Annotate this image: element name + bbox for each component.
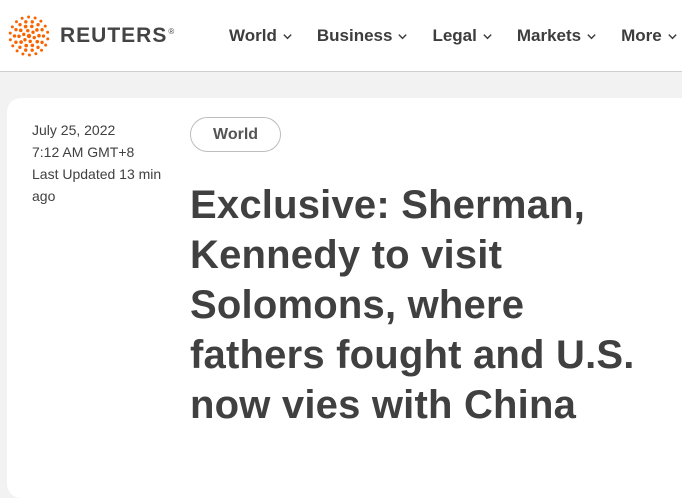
chevron-down-icon: [668, 33, 677, 39]
last-updated: Last Updated 13 min ago: [32, 166, 162, 204]
section-tag-button[interactable]: World: [190, 117, 282, 152]
nav-item-label: Markets: [516, 26, 582, 45]
nav-item-label: More: [621, 26, 662, 45]
publish-time: 7:12 AM GMT+8: [32, 144, 135, 160]
site-header: REUTERS® World Business Legal Markets Mo…: [0, 0, 682, 72]
brand-wordmark: REUTERS®: [60, 24, 176, 47]
chevron-down-icon: [587, 33, 596, 39]
nav-item-label: Business: [316, 26, 393, 45]
reuters-dots-icon: [8, 15, 50, 57]
article-meta: July 25, 2022 7:12 AM GMT+8 Last Updated…: [32, 119, 172, 207]
article-headline: Exclusive: Sherman, Kennedy to visit Sol…: [190, 183, 635, 427]
nav-item-more[interactable]: More: [621, 26, 678, 46]
chevron-down-icon: [483, 33, 492, 39]
section-tag-label: World: [213, 125, 259, 143]
chevron-down-icon: [398, 33, 408, 39]
nav-item-world[interactable]: World: [229, 26, 293, 46]
nav-item-markets[interactable]: Markets: [517, 26, 597, 46]
nav-item-business[interactable]: Business: [317, 26, 409, 46]
nav-item-label: Legal: [432, 26, 477, 45]
reuters-logo[interactable]: REUTERS®: [6, 14, 175, 58]
chevron-down-icon: [283, 33, 292, 39]
main-nav: World Business Legal Markets More: [229, 0, 682, 72]
nav-item-legal[interactable]: Legal: [432, 26, 492, 46]
nav-item-label: World: [229, 26, 277, 45]
publish-date: July 25, 2022: [32, 122, 116, 138]
